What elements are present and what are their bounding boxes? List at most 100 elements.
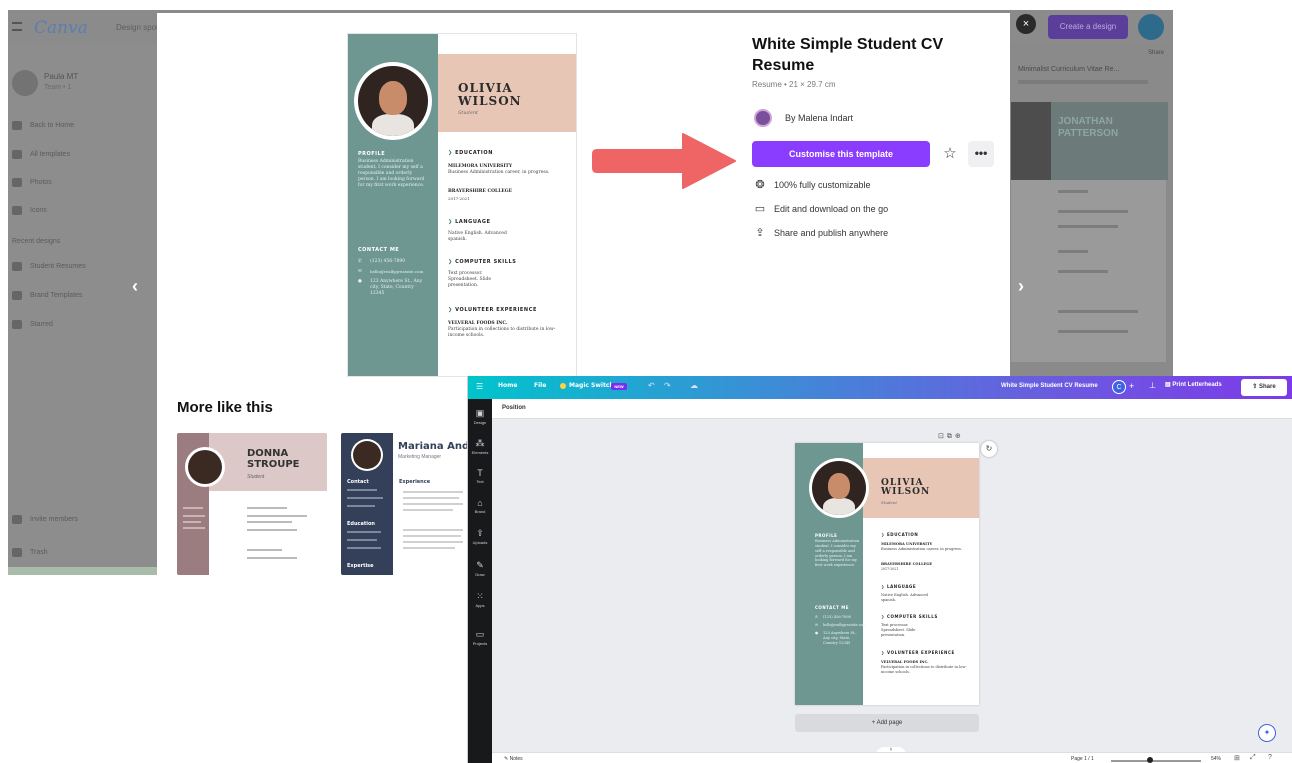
resume-language-heading[interactable]: ❯ LANGUAGE: [881, 584, 916, 589]
bg-nav-starred[interactable]: Starred: [12, 320, 53, 329]
card-text-line: [347, 547, 381, 549]
side-projects[interactable]: ▭ Projects: [468, 629, 492, 646]
new-badge: NEW: [611, 383, 627, 390]
editor-document-title[interactable]: White Simple Student CV Resume: [1001, 383, 1098, 389]
star-icon[interactable]: ☆: [937, 141, 963, 167]
next-template-arrow-icon[interactable]: ›: [1018, 276, 1024, 297]
customise-template-button[interactable]: Customise this template: [752, 141, 930, 167]
resume-edu2-school[interactable]: BRAYERSHIRE COLLEGE: [881, 562, 932, 566]
add-page-button[interactable]: + Add page: [795, 714, 979, 732]
resume-volunteer-org[interactable]: VELVERAL FOODS INC.: [881, 660, 929, 664]
card-text-line: [403, 541, 463, 543]
resume-edu1-school[interactable]: MILEMORA UNIVERSITY: [881, 542, 932, 546]
resume-profile-text[interactable]: Business Administration student. I consi…: [815, 539, 863, 568]
zoom-slider[interactable]: [1111, 760, 1201, 762]
editor-menu-file[interactable]: File: [534, 382, 546, 389]
duplicate-icon[interactable]: ⧉: [947, 433, 955, 440]
bg-nav-trash[interactable]: Trash: [12, 548, 48, 557]
fullscreen-icon[interactable]: ⤢: [1250, 754, 1256, 762]
position-button[interactable]: Position: [502, 405, 526, 411]
portrait-face: [353, 441, 381, 469]
prev-template-arrow-icon[interactable]: ‹: [132, 276, 138, 297]
side-uploads[interactable]: ⇪ Uploads: [468, 528, 492, 545]
add-collaborator-icon[interactable]: +: [1129, 381, 1134, 391]
resume-skills-heading[interactable]: ❯ COMPUTER SKILLS: [881, 614, 938, 619]
card-text-line: [183, 527, 205, 529]
side-brand[interactable]: ⌂ Brand: [468, 498, 492, 514]
editor-menu-magic-switch[interactable]: Magic Switch: [569, 382, 614, 389]
resume-education-heading[interactable]: ❯ EDUCATION: [881, 532, 918, 537]
feature-label: 100% fully customizable: [774, 179, 871, 190]
card-education-heading: Education: [347, 521, 375, 527]
more-like-this-heading: More like this: [177, 399, 273, 416]
bg-nav-brand-templates[interactable]: Brand Templates: [12, 291, 82, 300]
template-card-donna[interactable]: DONNA STROUPE Student: [177, 433, 327, 575]
cloud-save-icon[interactable]: ☁: [690, 381, 698, 390]
bg-nav-photos[interactable]: Photos: [12, 178, 52, 187]
side-elements[interactable]: ⁂ Elements: [468, 438, 492, 455]
card-text-line: [403, 491, 463, 493]
zoom-level[interactable]: 54%: [1211, 756, 1221, 762]
side-text[interactable]: T Text: [468, 468, 492, 484]
resume-email[interactable]: hello@reallygreatsite.com: [823, 623, 865, 627]
side-draw[interactable]: ✎ Draw: [468, 560, 492, 577]
side-apps[interactable]: ⁙ Apps: [468, 591, 492, 608]
bg-nav-icons[interactable]: Icons: [12, 206, 47, 215]
template-card-mariana[interactable]: Mariana Anderson Marketing Manager Conta…: [341, 433, 471, 575]
resume-last-name[interactable]: WILSON: [881, 487, 930, 497]
resume-edu2-text[interactable]: 2017-2021: [881, 567, 898, 571]
bg-nav-back[interactable]: Back to Home: [12, 121, 74, 130]
resume-skills-text[interactable]: Text processor. Spreadsheet. Slide prese…: [881, 623, 929, 638]
insights-chart-icon[interactable]: ⊥: [1149, 381, 1156, 390]
side-design[interactable]: ▣ Design: [468, 408, 492, 425]
bg-nav-all-templates[interactable]: All templates: [12, 150, 70, 159]
zoom-slider-handle[interactable]: [1146, 757, 1153, 763]
editor-share-button[interactable]: ⇧ Share: [1241, 379, 1287, 396]
lock-icon[interactable]: ⊡: [938, 433, 947, 440]
account-avatar[interactable]: [1138, 14, 1164, 40]
resume-role[interactable]: Student: [881, 500, 897, 505]
page-count[interactable]: Page 1 / 1: [1071, 756, 1094, 762]
feature-customizable: ❂ 100% fully customizable: [754, 178, 871, 191]
resume-phone[interactable]: (123) 456-7890: [823, 615, 851, 620]
more-options-button[interactable]: •••: [968, 141, 994, 167]
tablet-icon: ▭: [754, 203, 766, 215]
grid-view-icon[interactable]: ⊞: [1234, 754, 1240, 762]
notes-button[interactable]: ✎ Notes: [504, 756, 523, 762]
resume-profile-heading[interactable]: PROFILE: [815, 533, 837, 538]
resume-language-text[interactable]: Native English. Advanced spanish.: [881, 593, 929, 603]
magic-assistant-icon[interactable]: ✦: [1258, 724, 1276, 742]
canva-logo[interactable]: Canva: [34, 18, 88, 38]
card-text-line: [403, 547, 455, 549]
refresh-icon[interactable]: ↻: [981, 441, 997, 457]
author-name[interactable]: By Malena Indart: [785, 113, 853, 123]
add-page-icon[interactable]: ⊕: [955, 433, 964, 440]
location-icon: ●: [358, 279, 362, 284]
resume-contact-heading[interactable]: CONTACT ME: [815, 605, 849, 610]
resume-photo[interactable]: [809, 458, 869, 518]
help-icon[interactable]: ?: [1268, 754, 1272, 761]
collaborator-avatar[interactable]: C: [1112, 380, 1126, 394]
author-avatar[interactable]: [754, 109, 772, 127]
bg-nav-student-resumes[interactable]: Student Resumes: [12, 262, 86, 271]
redo-icon[interactable]: ↷: [664, 381, 671, 390]
menu-icon[interactable]: [12, 22, 22, 31]
team-avatar[interactable]: [12, 70, 38, 96]
bg-nav-design-spot[interactable]: Design spot: [116, 23, 158, 32]
undo-icon[interactable]: ↶: [648, 381, 655, 390]
menu-icon[interactable]: ☰: [476, 382, 483, 391]
resume-canvas-page[interactable]: OLIVIA WILSON Student PROFILE Business A…: [795, 443, 979, 705]
create-design-button[interactable]: Create a design: [1048, 15, 1128, 39]
resume-edu1-text[interactable]: Business Administration career, in progr…: [881, 547, 973, 552]
resume-address[interactable]: 123 Anywhere St., Any city, State, Count…: [823, 631, 861, 646]
team-name[interactable]: Paula MT: [44, 72, 78, 81]
arrow-left-icon: [12, 121, 22, 130]
resume-volunteer-text[interactable]: Participation in collections to distribu…: [881, 665, 973, 675]
close-modal-button[interactable]: ×: [1016, 14, 1036, 34]
bg-nav-invite[interactable]: Invite members: [12, 515, 78, 524]
resume-volunteer-heading[interactable]: ❯ VOLUNTEER EXPERIENCE: [881, 650, 955, 655]
resume-preview-large[interactable]: OLIVIA WILSON Student PROFILE Business A…: [347, 33, 577, 377]
resume-edu2-text: 2017-2021: [448, 196, 470, 201]
editor-menu-home[interactable]: Home: [498, 382, 517, 389]
print-letterheads-button[interactable]: ▤ Print Letterheads: [1165, 381, 1222, 388]
